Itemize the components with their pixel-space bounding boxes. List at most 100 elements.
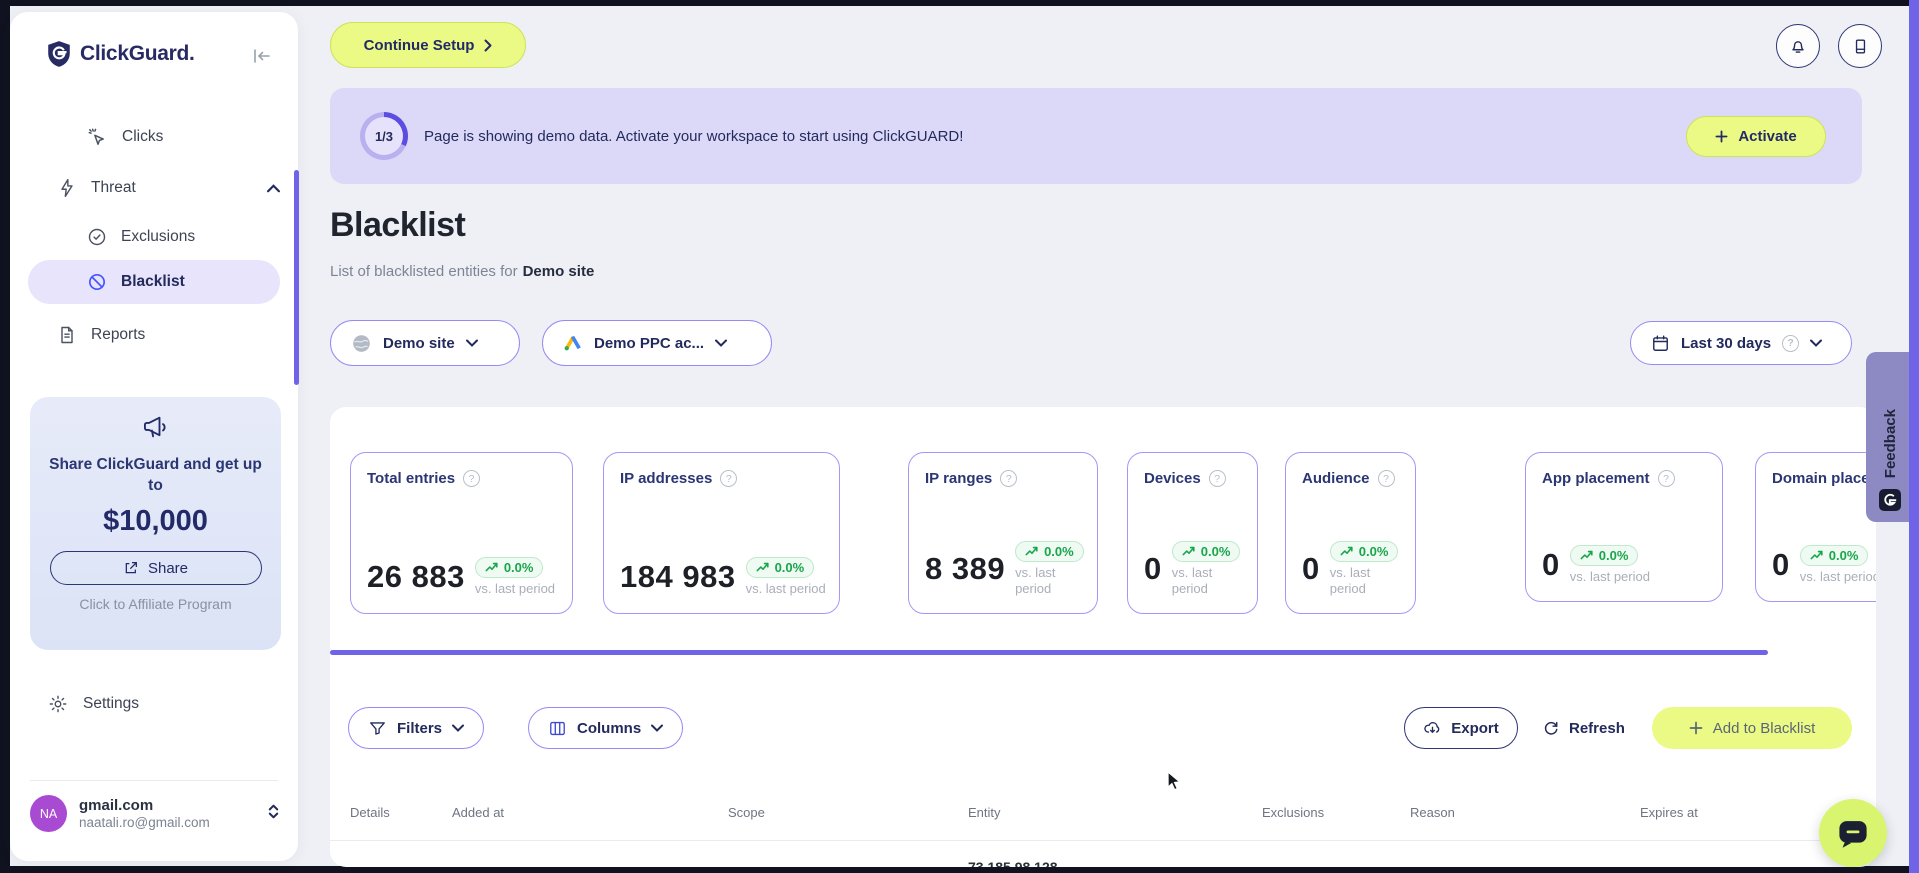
stat-caption: vs. last period bbox=[474, 581, 556, 596]
chevron-down-icon bbox=[651, 724, 664, 732]
brand-logo[interactable]: ClickGuard. bbox=[46, 40, 195, 68]
affiliate-promo-card[interactable]: Share ClickGuard and get up to $10,000 S… bbox=[30, 397, 281, 650]
column-header-added-at[interactable]: Added at bbox=[452, 805, 504, 820]
content-panel: Total entries? 26 883 0.0% vs. last peri… bbox=[330, 407, 1876, 867]
help-icon: ? bbox=[1000, 470, 1018, 487]
columns-icon bbox=[550, 721, 565, 735]
stat-value: 26 883 bbox=[367, 559, 465, 594]
help-icon: ? bbox=[463, 470, 481, 487]
table-header-divider bbox=[330, 840, 1876, 841]
filters-label: Filters bbox=[397, 719, 443, 737]
subtitle-site-name: Demo site bbox=[522, 263, 595, 280]
ppc-account-selector[interactable]: Demo PPC ac... bbox=[542, 320, 772, 366]
trend-up-icon bbox=[1580, 550, 1593, 560]
stat-card-devices: Devices? 0 0.0% vs. last period bbox=[1127, 452, 1258, 614]
page-vertical-scrollbar[interactable] bbox=[1909, 0, 1919, 873]
app-window: ClickGuard. Clicks Threat Exclusions Bla… bbox=[0, 0, 1919, 873]
delta-value: 0.0% bbox=[1828, 548, 1859, 563]
site-selector[interactable]: Demo site bbox=[330, 320, 520, 366]
stat-card-app-placement: App placement? 0 0.0% vs. last period bbox=[1525, 452, 1723, 602]
account-switcher[interactable]: NA gmail.com naatali.ro@gmail.com bbox=[30, 795, 280, 832]
stat-title: IP ranges bbox=[925, 470, 993, 487]
cards-horizontal-scrollbar[interactable] bbox=[330, 650, 1768, 655]
delta-badge: 0.0% bbox=[745, 557, 815, 578]
page-title: Blacklist bbox=[330, 206, 466, 244]
feedback-tab[interactable]: Feedback bbox=[1866, 352, 1914, 522]
chevron-down-icon bbox=[452, 724, 465, 732]
delta-value: 0.0% bbox=[774, 560, 805, 575]
sidebar-item-clicks[interactable]: Clicks bbox=[87, 116, 163, 158]
delta-value: 0.0% bbox=[1044, 544, 1074, 559]
chevron-up-icon bbox=[267, 183, 280, 193]
stat-caption: vs. last period bbox=[1015, 565, 1056, 596]
column-header-exclusions[interactable]: Exclusions bbox=[1262, 805, 1324, 820]
book-icon bbox=[1855, 38, 1865, 54]
chevron-right-icon bbox=[484, 39, 492, 51]
column-header-reason[interactable]: Reason bbox=[1410, 805, 1455, 820]
google-ads-icon bbox=[564, 335, 581, 351]
stat-title: Audience bbox=[1302, 470, 1370, 487]
sidebar-item-settings[interactable]: Settings bbox=[48, 694, 139, 714]
sidebar-scrollbar[interactable] bbox=[294, 170, 299, 385]
avatar: NA bbox=[30, 795, 67, 832]
add-to-blacklist-button[interactable]: Add to Blacklist bbox=[1652, 707, 1852, 749]
trend-up-icon bbox=[1025, 546, 1038, 556]
sidebar-item-reports[interactable]: Reports bbox=[57, 314, 145, 356]
docs-button[interactable] bbox=[1838, 24, 1882, 68]
gear-icon bbox=[49, 695, 67, 713]
stat-card-ip-ranges: IP ranges? 8 389 0.0% vs. last period bbox=[908, 452, 1098, 614]
plus-icon bbox=[1715, 130, 1728, 143]
column-header-expires-at[interactable]: Expires at bbox=[1640, 805, 1698, 820]
sidebar-item-threat[interactable]: Threat bbox=[57, 167, 280, 209]
stat-value: 0 bbox=[1772, 547, 1790, 582]
stat-caption: vs. last period bbox=[1569, 569, 1650, 584]
export-button[interactable]: Export bbox=[1404, 707, 1518, 749]
stat-caption: vs. last period bbox=[1329, 565, 1371, 596]
delta-badge: 0.0% bbox=[1171, 541, 1241, 562]
trend-up-icon bbox=[1810, 550, 1823, 560]
sidebar-item-label: Exclusions bbox=[121, 228, 196, 245]
collapse-sidebar-button[interactable] bbox=[252, 48, 272, 69]
share-button[interactable]: Share bbox=[49, 551, 262, 585]
badge-check-icon bbox=[88, 228, 106, 246]
setup-progress-ring: 1/3 bbox=[360, 112, 408, 160]
notifications-button[interactable] bbox=[1776, 24, 1820, 68]
document-icon bbox=[61, 326, 73, 344]
activate-label: Activate bbox=[1738, 128, 1797, 145]
sidebar: ClickGuard. Clicks Threat Exclusions Bla… bbox=[10, 12, 299, 861]
continue-setup-button[interactable]: Continue Setup bbox=[330, 22, 526, 68]
trend-up-icon bbox=[1340, 546, 1353, 556]
refresh-icon bbox=[1544, 721, 1558, 735]
column-header-entity[interactable]: Entity bbox=[968, 805, 1001, 820]
stat-value: 0 bbox=[1144, 551, 1162, 586]
refresh-button[interactable]: Refresh bbox=[1542, 707, 1625, 749]
delta-value: 0.0% bbox=[1598, 548, 1629, 563]
filters-dropdown[interactable]: Filters bbox=[348, 707, 485, 749]
help-icon: ? bbox=[1377, 470, 1395, 487]
promo-caption: Click to Affiliate Program bbox=[79, 596, 232, 612]
stat-value: 8 389 bbox=[925, 551, 1006, 586]
share-button-label: Share bbox=[147, 559, 189, 577]
sidebar-item-exclusions[interactable]: Exclusions bbox=[87, 216, 195, 258]
delta-badge: 0.0% bbox=[1799, 545, 1869, 566]
account-name: gmail.com bbox=[79, 797, 154, 814]
activate-button[interactable]: Activate bbox=[1686, 116, 1826, 157]
help-icon: ? bbox=[1657, 470, 1675, 487]
delta-badge: 0.0% bbox=[1015, 541, 1084, 562]
stat-title: App placement bbox=[1542, 470, 1650, 487]
sidebar-divider bbox=[30, 780, 278, 781]
sidebar-item-label: Clicks bbox=[122, 128, 164, 145]
block-icon bbox=[88, 273, 106, 291]
column-header-scope[interactable]: Scope bbox=[728, 805, 765, 820]
columns-dropdown[interactable]: Columns bbox=[528, 707, 684, 749]
add-to-blacklist-label: Add to Blacklist bbox=[1712, 719, 1816, 737]
date-range-selector[interactable]: Last 30 days ? bbox=[1630, 321, 1852, 365]
sidebar-item-blacklist-active[interactable]: Blacklist bbox=[28, 260, 280, 304]
brand-name: ClickGuard. bbox=[80, 42, 195, 65]
column-header-details[interactable]: Details bbox=[350, 805, 390, 820]
help-icon: ? bbox=[1782, 334, 1800, 352]
help-icon: ? bbox=[1208, 470, 1226, 487]
chat-widget-button[interactable] bbox=[1819, 799, 1887, 867]
ppc-account-value: Demo PPC ac... bbox=[594, 334, 705, 352]
calendar-icon bbox=[1653, 335, 1668, 351]
